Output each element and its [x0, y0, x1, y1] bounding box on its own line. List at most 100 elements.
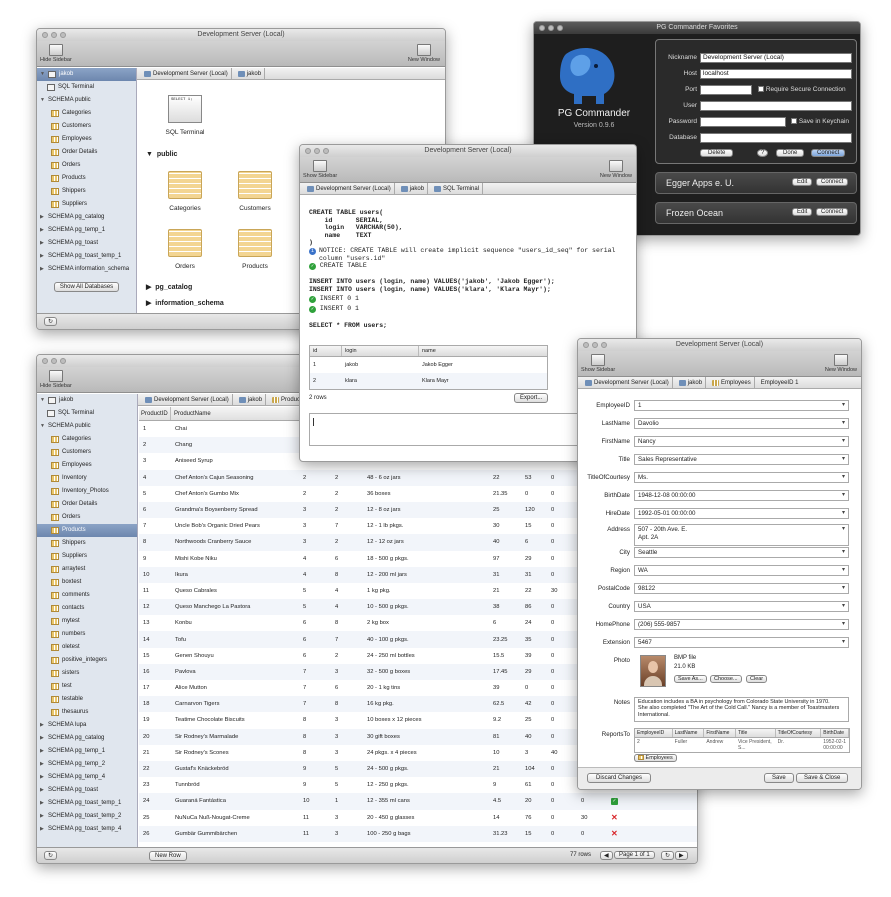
table-cell[interactable]: 9	[139, 551, 171, 567]
minimize-icon[interactable]	[548, 25, 554, 31]
table-cell[interactable]: 12 - 250 g pkgs.	[363, 777, 489, 793]
table-cell[interactable]: 12 - 8 oz jars	[363, 502, 489, 518]
zoom-icon[interactable]	[557, 25, 563, 31]
close-icon[interactable]	[305, 148, 311, 154]
title-field[interactable]: Sales Representative	[634, 454, 849, 465]
column-header[interactable]: ProductName	[171, 407, 211, 420]
sidebar-item-table[interactable]: Employees	[37, 459, 137, 472]
table-cell[interactable]: 30	[547, 583, 577, 599]
sidebar-item-table[interactable]: Suppliers	[37, 550, 137, 563]
table-cell[interactable]: 18	[139, 696, 171, 712]
table-cell[interactable]: 15	[139, 648, 171, 664]
table-cell[interactable]: 5	[139, 486, 171, 502]
table-cell[interactable]: 0	[547, 502, 577, 518]
sidebar-item-table[interactable]: Customers	[37, 120, 136, 133]
table-cell[interactable]: Ikura	[171, 567, 299, 583]
sidebar-item-table[interactable]: Order Details	[37, 498, 137, 511]
table-cell[interactable]: 0	[521, 486, 547, 502]
table-cell[interactable]: 15	[521, 518, 547, 534]
favorite-entry[interactable]: Frozen Ocean Edit Connect	[655, 202, 857, 224]
table-cell[interactable]: 16	[139, 664, 171, 680]
table-cell[interactable]: 0	[547, 470, 577, 486]
sidebar-item-table[interactable]: Employees	[37, 133, 136, 146]
employees-link-button[interactable]: Employees	[634, 754, 677, 762]
table-cell[interactable]: 14	[139, 631, 171, 647]
hide-sidebar-button[interactable]: Hide Sidebar	[40, 44, 72, 63]
table-cell[interactable]: 0	[577, 793, 607, 809]
sidebar-item-schema[interactable]: ▶ SCHEMA pg_catalog	[37, 211, 136, 224]
table-cell[interactable]: 53	[521, 470, 547, 486]
table-cell[interactable]: 10 - 500 g pkgs.	[363, 599, 489, 615]
table-row[interactable]: 2 Fuller Andrew Vice President, S... Dr. 1952…	[635, 738, 849, 752]
table-cell[interactable]: 21	[489, 583, 521, 599]
user-field[interactable]	[700, 101, 852, 111]
table-item[interactable]: Products	[230, 229, 280, 270]
sidebar-item-schema[interactable]: ▶ SCHEMA pg_toast_temp_4	[37, 823, 137, 836]
host-field[interactable]: localhost	[700, 69, 852, 79]
sidebar-item-sql-terminal[interactable]: SQL Terminal	[37, 407, 137, 420]
titlebar[interactable]: Development Server (Local)	[578, 339, 861, 351]
new-window-button[interactable]: New Window	[825, 354, 857, 373]
save-keychain-checkbox[interactable]: Save in Keychain	[791, 118, 849, 125]
table-cell[interactable]: 24	[139, 793, 171, 809]
table-cell[interactable]: Queso Cabrales	[171, 583, 299, 599]
hire-date-field[interactable]: 1992-05-01 00:00:00	[634, 508, 849, 519]
table-cell[interactable]: 48 - 6 oz jars	[363, 470, 489, 486]
table-cell[interactable]: Uncle Bob's Organic Dried Pears	[171, 518, 299, 534]
table-item[interactable]: Customers	[230, 171, 280, 212]
sidebar-item-table[interactable]: Shippers	[37, 537, 137, 550]
table-cell[interactable]: 4	[331, 583, 363, 599]
table-cell[interactable]: 31	[521, 567, 547, 583]
table-cell[interactable]: 2	[331, 648, 363, 664]
table-cell[interactable]: Aniseed Syrup	[171, 453, 299, 469]
table-cell[interactable]: 40	[489, 534, 521, 550]
minimize-icon[interactable]	[314, 148, 320, 154]
sidebar-item-table[interactable]: thesaurus	[37, 706, 137, 719]
sidebar-item-table[interactable]: positive_integers	[37, 654, 137, 667]
table-cell[interactable]: 3	[331, 664, 363, 680]
table-cell[interactable]: 20	[521, 793, 547, 809]
table-cell[interactable]: 5	[299, 599, 331, 615]
sidebar-item-schema[interactable]: ▶ SCHEMA pg_catalog	[37, 732, 137, 745]
clear-button[interactable]: Clear	[746, 675, 768, 683]
table-cell[interactable]: 9.2	[489, 712, 521, 728]
table-cell[interactable]: Mishi Kobe Niku	[171, 551, 299, 567]
sidebar-item-table[interactable]: mytest	[37, 615, 137, 628]
sidebar-item-table[interactable]: Inventory	[37, 472, 137, 485]
connect-button[interactable]: Connect	[811, 149, 846, 157]
table-cell[interactable]: 6	[139, 502, 171, 518]
table-cell[interactable]: 0	[547, 615, 577, 631]
table-cell[interactable]: 97	[489, 551, 521, 567]
table-cell[interactable]: 6	[299, 615, 331, 631]
table-cell[interactable]: 3	[331, 826, 363, 842]
help-button[interactable]: ?	[757, 149, 769, 157]
table-cell[interactable]: 8	[331, 696, 363, 712]
table-cell[interactable]: 3	[331, 745, 363, 761]
table-cell[interactable]: 5	[299, 583, 331, 599]
require-ssl-checkbox[interactable]: Require Secure Connection	[758, 86, 846, 93]
breadcrumb-server[interactable]: Development Server (Local)	[141, 67, 232, 80]
table-cell[interactable]: 6	[331, 551, 363, 567]
titlebar[interactable]: PG Commander Favorites	[534, 22, 860, 34]
table-cell[interactable]: 22	[139, 761, 171, 777]
table-cell[interactable]: 2 kg box	[363, 615, 489, 631]
table-cell[interactable]: 24	[521, 615, 547, 631]
sidebar-item-table[interactable]: test	[37, 680, 137, 693]
table-cell[interactable]: Sir Rodney's Marmalade	[171, 729, 299, 745]
table-cell[interactable]: Tofu	[171, 631, 299, 647]
database-field[interactable]	[700, 133, 852, 143]
sidebar-item-schema[interactable]: ▶ SCHEMA pg_temp_1	[37, 745, 137, 758]
column-header[interactable]: login	[342, 346, 419, 356]
table-cell[interactable]: 31	[489, 567, 521, 583]
table-cell[interactable]: Teatime Chocolate Biscuits	[171, 712, 299, 728]
sidebar-item-schema-public[interactable]: ▼ SCHEMA public	[37, 94, 136, 107]
table-cell[interactable]: 17	[139, 680, 171, 696]
table-cell[interactable]: Carnarvon Tigers	[171, 696, 299, 712]
table-cell[interactable]: 12	[139, 599, 171, 615]
table-cell[interactable]: 86	[521, 599, 547, 615]
minimize-icon[interactable]	[592, 342, 598, 348]
export-button[interactable]: Export...	[514, 393, 549, 403]
table-cell[interactable]: 10	[139, 567, 171, 583]
show-sidebar-button[interactable]: Show Sidebar	[581, 354, 615, 373]
table-cell[interactable]: 0	[547, 567, 577, 583]
